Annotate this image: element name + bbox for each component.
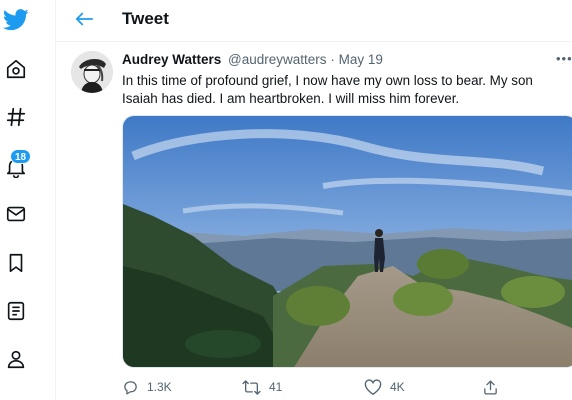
avatar[interactable] [71,51,113,93]
reply-icon [124,380,137,395]
share-button[interactable] [482,377,507,397]
page-header: Tweet [56,0,572,42]
back-arrow-icon[interactable] [72,7,96,31]
bookmarks-icon[interactable] [0,247,32,279]
author-name[interactable]: Audrey Watters [122,52,221,67]
explore-hashtag-icon[interactable] [0,101,32,133]
home-icon[interactable] [0,53,32,85]
like-button[interactable]: 4K [364,377,405,397]
left-nav-rail: 18 [0,0,56,400]
retweet-icon [242,379,261,395]
like-count: 4K [390,380,405,394]
retweet-count: 41 [269,380,283,394]
more-options-icon[interactable]: ••• [556,51,572,69]
page-title: Tweet [122,9,169,28]
profile-icon[interactable] [0,343,32,375]
tweet-photo[interactable] [122,115,572,368]
share-icon [484,379,497,395]
reply-button[interactable]: 1.3K [122,377,172,397]
header-separator: · [330,52,335,67]
tweet-text: In this time of profound grief, I now ha… [122,73,533,106]
tweet-date[interactable]: May 19 [339,52,383,67]
heart-icon [364,378,382,395]
author-handle[interactable]: @audreywatters [228,52,327,67]
tweet-actions: 1.3K 41 4K [122,377,562,397]
messages-envelope-icon[interactable] [0,198,32,230]
retweet-button[interactable]: 41 [242,377,282,397]
notifications-badge: 18 [10,149,32,164]
tweet-header: Audrey Watters @audreywatters · May 19 [122,52,383,67]
twitter-logo-icon[interactable] [0,4,32,36]
lists-icon[interactable] [0,295,32,327]
reply-count: 1.3K [147,380,172,394]
tweet: Audrey Watters @audreywatters · May 19 •… [56,43,572,400]
